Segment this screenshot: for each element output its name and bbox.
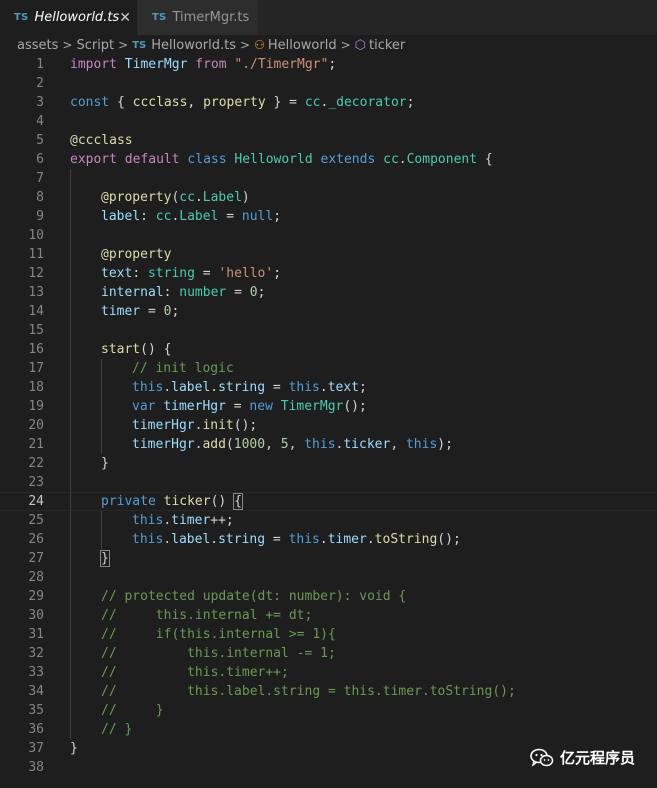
code-line[interactable]: 11 @property bbox=[0, 245, 657, 264]
line-number: 15 bbox=[28, 323, 44, 338]
watermark: 亿元程序员 bbox=[530, 747, 635, 768]
code-editor[interactable]: 1 import TimerMgr from "./TimerMgr"; 2 3c… bbox=[0, 55, 657, 788]
code-line[interactable]: 2 bbox=[0, 74, 657, 93]
code-line[interactable]: 20 timerHgr.init(); bbox=[0, 416, 657, 435]
code-line[interactable]: 16 start() { bbox=[0, 340, 657, 359]
code-line[interactable]: 26 this.label.string = this.timer.toStrin… bbox=[0, 530, 657, 549]
breadcrumb-item-class[interactable]: Helloworld bbox=[268, 38, 337, 53]
chevron-right-icon: > bbox=[340, 38, 351, 52]
code-line[interactable]: 19 var timerHgr = new TimerMgr(); bbox=[0, 397, 657, 416]
code-line[interactable]: 14 timer = 0; bbox=[0, 302, 657, 321]
typescript-icon: TS bbox=[14, 12, 29, 23]
tab-helloworld[interactable]: TS Helloworld.ts ✕ bbox=[0, 0, 137, 35]
line-number: 4 bbox=[36, 114, 44, 129]
line-number: 16 bbox=[28, 342, 44, 357]
line-number: 9 bbox=[36, 209, 44, 224]
line-number: 17 bbox=[28, 361, 44, 376]
line-number: 28 bbox=[28, 570, 44, 585]
line-number: 23 bbox=[28, 475, 44, 490]
code-line[interactable]: 36// } bbox=[0, 720, 657, 739]
code-line[interactable]: 31// if(this.internal >= 1){ bbox=[0, 625, 657, 644]
line-number: 36 bbox=[28, 722, 44, 737]
tab-label: Helloworld.ts bbox=[34, 10, 120, 25]
code-line[interactable]: 33// this.timer++; bbox=[0, 663, 657, 682]
code-line[interactable]: 4 bbox=[0, 112, 657, 131]
code-line[interactable]: 29// protected update(dt: number): void … bbox=[0, 587, 657, 606]
line-number: 29 bbox=[28, 589, 44, 604]
method-icon: ⬡ bbox=[354, 37, 367, 53]
code-line[interactable]: 13 internal: number = 0; bbox=[0, 283, 657, 302]
line-number: 38 bbox=[28, 760, 44, 775]
tab-label: TimerMgr.ts bbox=[172, 10, 250, 25]
line-number: 3 bbox=[36, 95, 44, 110]
wechat-icon bbox=[530, 748, 554, 767]
line-number: 11 bbox=[28, 247, 44, 262]
line-number: 6 bbox=[36, 152, 44, 167]
line-number: 35 bbox=[28, 703, 44, 718]
line-number: 2 bbox=[36, 76, 44, 91]
line-number: 19 bbox=[28, 399, 44, 414]
line-number: 27 bbox=[28, 551, 44, 566]
breadcrumb-item-script[interactable]: Script bbox=[76, 38, 114, 53]
line-number: 31 bbox=[28, 627, 44, 642]
line-number: 20 bbox=[28, 418, 44, 433]
code-line[interactable]: 9 label: cc.Label = null; bbox=[0, 207, 657, 226]
code-line[interactable]: 21 timerHgr.add(1000, 5, this.ticker, thi… bbox=[0, 435, 657, 454]
line-number: 8 bbox=[36, 190, 44, 205]
code-line[interactable]: 30// this.internal += dt; bbox=[0, 606, 657, 625]
code-line[interactable]: 23 bbox=[0, 473, 657, 492]
close-icon[interactable]: ✕ bbox=[119, 10, 131, 26]
line-number: 34 bbox=[28, 684, 44, 699]
line-number: 26 bbox=[28, 532, 44, 547]
line-number: 33 bbox=[28, 665, 44, 680]
code-line[interactable]: 8 @property(cc.Label) bbox=[0, 188, 657, 207]
line-number: 30 bbox=[28, 608, 44, 623]
code-line[interactable]: 18 this.label.string = this.text; bbox=[0, 378, 657, 397]
code-line-current[interactable]: 24 private ticker() { bbox=[0, 492, 657, 511]
line-number: 1 bbox=[36, 57, 44, 72]
tab-bar: TS Helloworld.ts ✕ TS TimerMgr.ts bbox=[0, 0, 657, 35]
typescript-icon: TS bbox=[132, 39, 147, 51]
chevron-right-icon: > bbox=[118, 38, 129, 52]
line-number: 13 bbox=[28, 285, 44, 300]
line-number: 5 bbox=[36, 133, 44, 148]
code-line[interactable]: 12 text: string = 'hello'; bbox=[0, 264, 657, 283]
line-number: 22 bbox=[28, 456, 44, 471]
line-number: 25 bbox=[28, 513, 44, 528]
line-number: 7 bbox=[36, 171, 44, 186]
breadcrumb-item-file[interactable]: Helloworld.ts bbox=[151, 38, 236, 53]
code-line[interactable]: 10 bbox=[0, 226, 657, 245]
class-icon: ⚇ bbox=[254, 38, 265, 52]
breadcrumb: assets > Script > TS Helloworld.ts > ⚇ H… bbox=[0, 35, 657, 55]
line-number: 32 bbox=[28, 646, 44, 661]
code-line[interactable]: 7 bbox=[0, 169, 657, 188]
breadcrumb-item-assets[interactable]: assets bbox=[17, 38, 58, 53]
line-number: 12 bbox=[28, 266, 44, 281]
code-line[interactable]: 32// this.internal -= 1; bbox=[0, 644, 657, 663]
watermark-text: 亿元程序员 bbox=[559, 749, 635, 767]
code-line[interactable]: 27} bbox=[0, 549, 657, 568]
code-line[interactable]: 17// init logic bbox=[0, 359, 657, 378]
chevron-right-icon: > bbox=[62, 38, 73, 52]
chevron-right-icon: > bbox=[240, 38, 251, 52]
code-line[interactable]: 35// } bbox=[0, 701, 657, 720]
code-line[interactable]: 5 @ccclass bbox=[0, 131, 657, 150]
line-number: 18 bbox=[28, 380, 44, 395]
typescript-icon: TS bbox=[152, 12, 167, 23]
code-line[interactable]: 28 bbox=[0, 568, 657, 587]
code-line[interactable]: 6 export default class Helloworld extends… bbox=[0, 150, 657, 169]
code-line[interactable]: 1 import TimerMgr from "./TimerMgr"; bbox=[0, 55, 657, 74]
line-number: 10 bbox=[28, 228, 44, 243]
code-line[interactable]: 34// this.label.string = this.timer.toSt… bbox=[0, 682, 657, 701]
line-number: 24 bbox=[28, 494, 44, 509]
code-line[interactable]: 15 bbox=[0, 321, 657, 340]
breadcrumb-item-method[interactable]: ticker bbox=[369, 38, 405, 53]
code-line[interactable]: 3 const { ccclass, property } = cc._decor… bbox=[0, 93, 657, 112]
line-number: 37 bbox=[28, 741, 44, 756]
code-line[interactable]: 22} bbox=[0, 454, 657, 473]
code-line[interactable]: 25 this.timer++; bbox=[0, 511, 657, 530]
line-number: 21 bbox=[28, 437, 44, 452]
line-number: 14 bbox=[28, 304, 44, 319]
tab-timermgr[interactable]: TS TimerMgr.ts bbox=[138, 0, 258, 35]
